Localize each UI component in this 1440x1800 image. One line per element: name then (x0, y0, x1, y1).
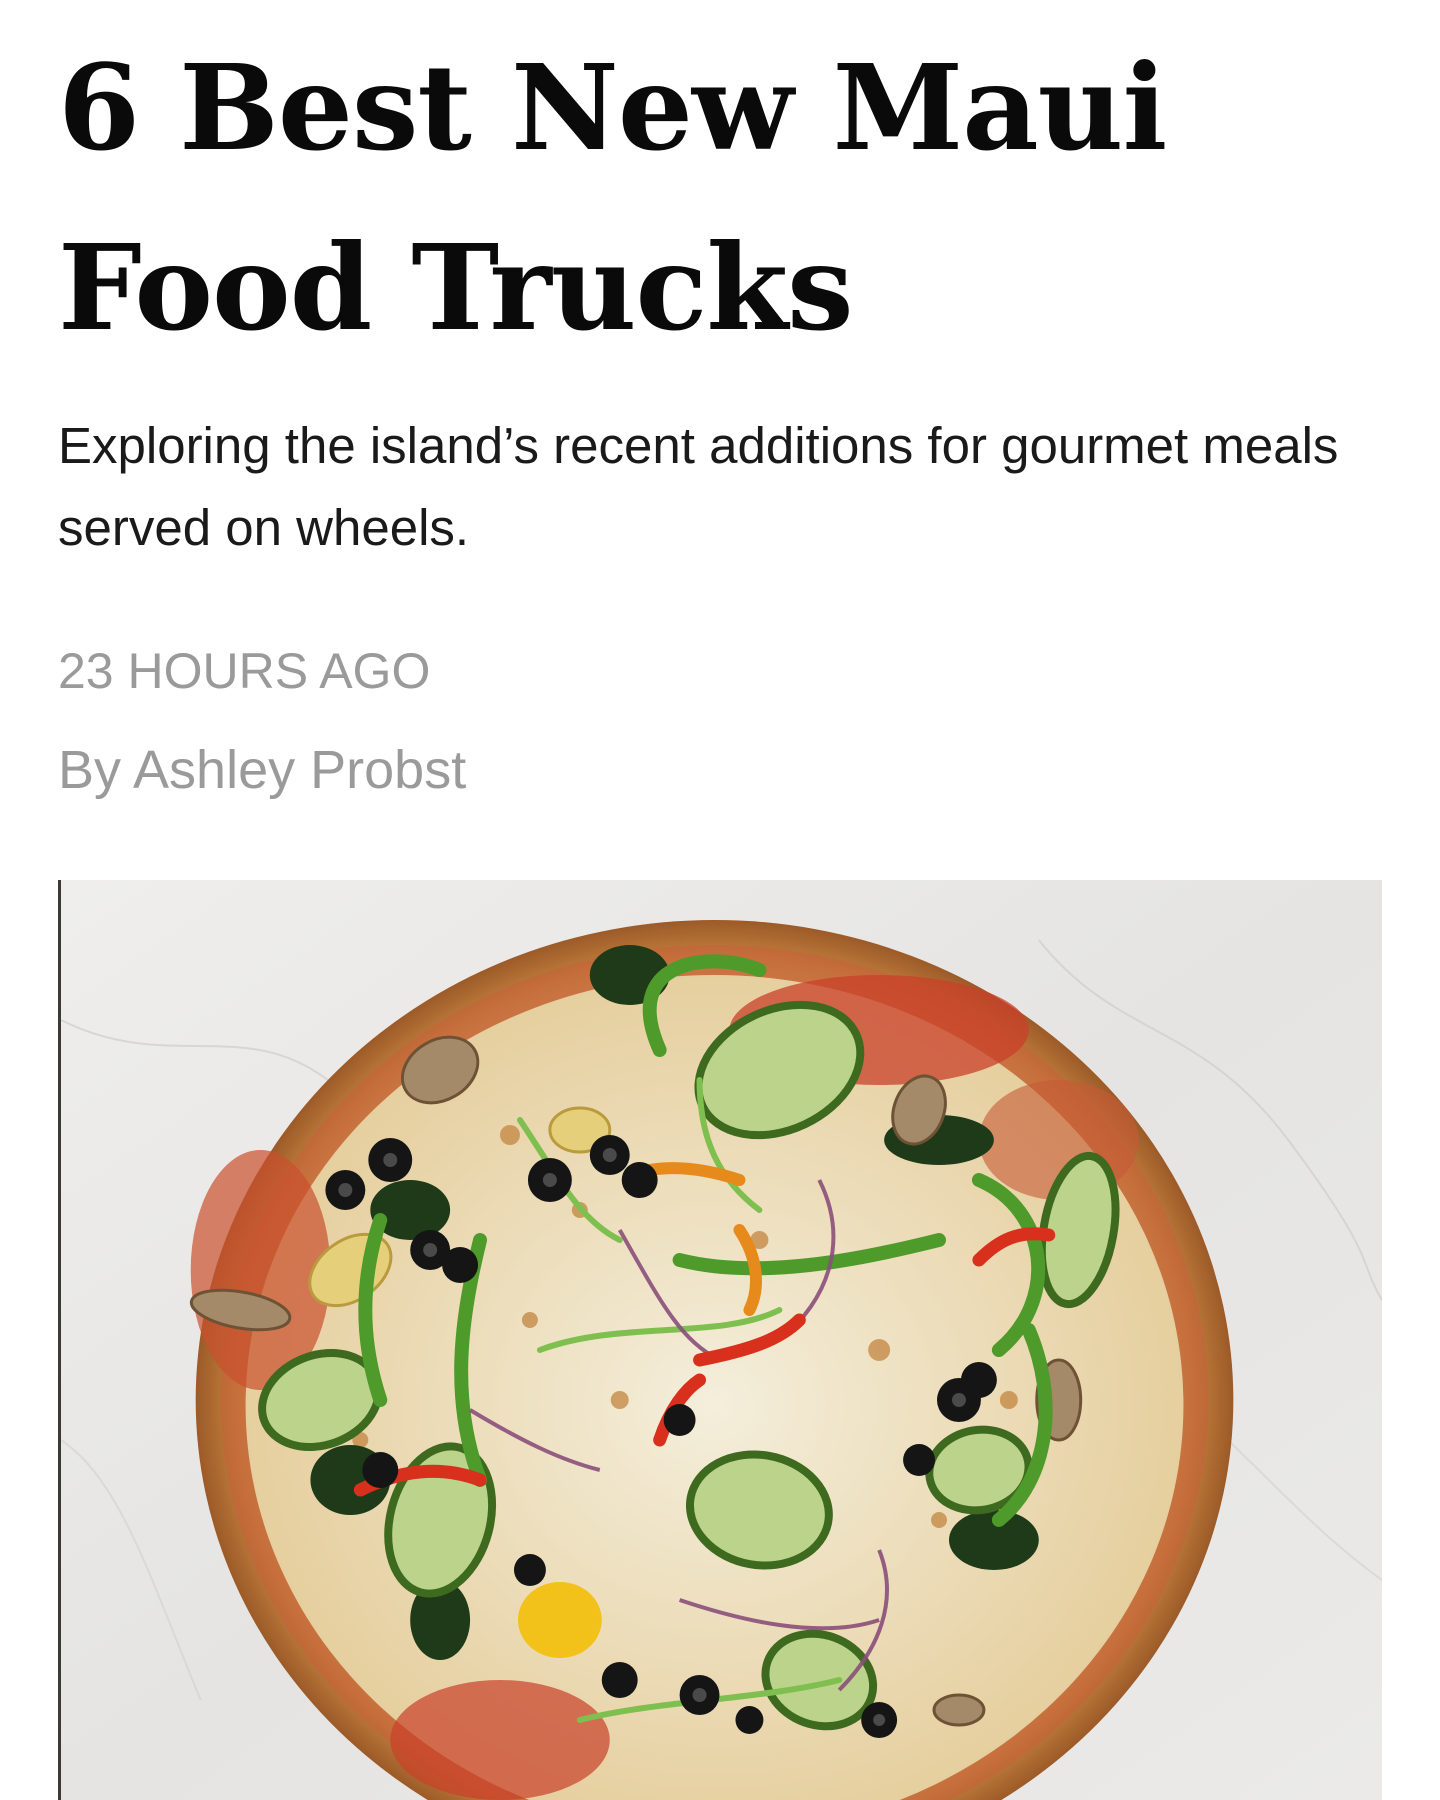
article-dek: Exploring the island’s recent additions … (58, 417, 1339, 556)
hero-image[interactable] (58, 880, 1382, 1800)
article-headline: 6 Best New Maui Food Trucks (58, 18, 1358, 378)
headline-line-2: Food Trucks (58, 218, 854, 357)
headline-line-1: 6 Best New Maui (58, 38, 1167, 177)
pizza-photo (61, 880, 1382, 1800)
article-timestamp: 23 HOURS AGO (58, 643, 431, 699)
yellow-pepper (517, 1582, 602, 1658)
article-byline[interactable]: By Ashley Probst (58, 739, 466, 801)
